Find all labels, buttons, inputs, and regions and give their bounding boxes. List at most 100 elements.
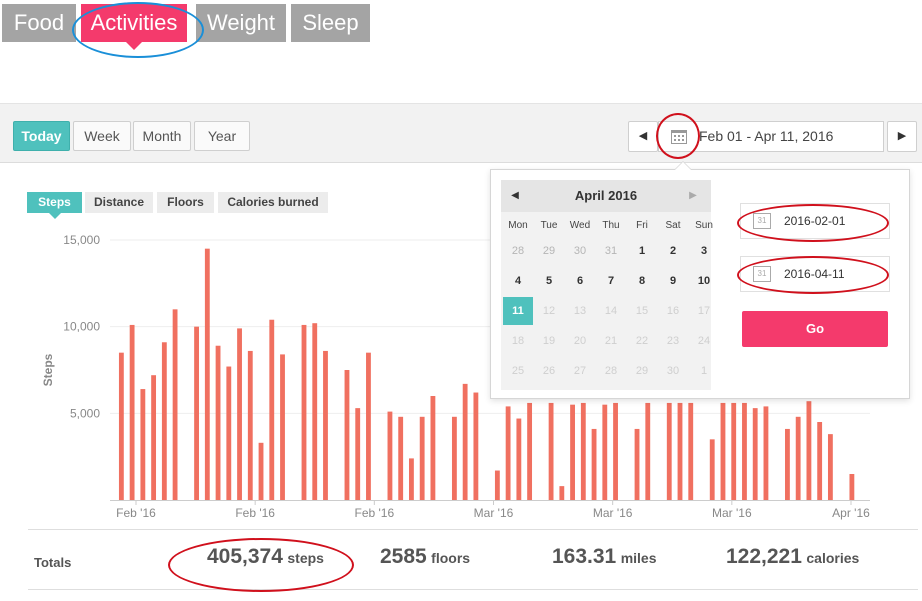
bar — [118, 352, 124, 500]
y-axis-label: Steps — [41, 353, 55, 386]
calendar-icon — [671, 130, 687, 144]
today-button[interactable]: Today — [13, 121, 70, 151]
tab-weight-label: Weight — [206, 10, 276, 35]
tab-activities[interactable]: Activities — [81, 4, 187, 50]
year-button[interactable]: Year — [194, 121, 250, 151]
prev-range-button[interactable]: ◀ — [628, 121, 658, 152]
weekday-label: Fri — [636, 220, 648, 231]
calendar-header: ◀ April 2016 ▶ — [501, 180, 711, 212]
metric-tab-steps[interactable]: Steps — [27, 192, 82, 219]
calendar-day: 29 — [635, 365, 649, 377]
calendar-day: 25 — [511, 365, 525, 377]
month-button[interactable]: Month — [133, 121, 191, 151]
metric-tab-calories-label: Calories burned — [227, 195, 319, 209]
calendar-day[interactable]: 4 — [503, 267, 533, 295]
bar — [473, 392, 479, 500]
start-date-field[interactable]: 31 2016-02-01 — [740, 203, 890, 239]
bar — [516, 418, 522, 500]
bar — [237, 328, 242, 500]
y-tick-label: 10,000 — [63, 320, 100, 334]
next-month-icon[interactable]: ▶ — [681, 180, 705, 212]
bar — [677, 402, 683, 500]
go-button[interactable]: Go — [742, 311, 888, 347]
weekday-label: Sun — [695, 220, 713, 231]
total-miles-unit: miles — [620, 550, 657, 566]
end-date-value: 2016-04-11 — [784, 267, 845, 281]
bar — [140, 389, 146, 500]
total-floors-unit: floors — [431, 550, 471, 566]
calendar-day: 16 — [666, 305, 680, 317]
x-tick-label: Mar '16 — [593, 506, 633, 520]
calendar-day[interactable]: 2 — [658, 237, 688, 265]
bar — [742, 402, 747, 500]
calendar-icon: 31 — [753, 266, 771, 282]
calendar-day: 22 — [635, 335, 649, 347]
bar — [817, 422, 823, 500]
calendar-day[interactable]: 1 — [627, 237, 657, 265]
bar — [462, 383, 468, 500]
next-range-button[interactable]: ▶ — [887, 121, 917, 152]
total-calories: 122,221 calories — [726, 545, 859, 569]
bar — [301, 324, 307, 500]
total-steps: 405,374 steps — [207, 545, 324, 569]
end-date-field[interactable]: 31 2016-04-11 — [740, 256, 890, 292]
bar — [763, 406, 769, 500]
calendar-day[interactable]: 10 — [689, 267, 719, 295]
weekday-label: Sat — [665, 220, 681, 231]
bar — [366, 352, 371, 500]
date-range-field[interactable]: Feb 01 - Apr 11, 2016 — [658, 121, 884, 152]
calendar-day[interactable]: 5 — [534, 267, 564, 295]
active-tab-pointer — [126, 42, 142, 50]
calendar-day[interactable]: 30 — [565, 237, 595, 265]
bar — [204, 248, 210, 500]
calendar-day: 12 — [542, 305, 556, 317]
calendar-day[interactable]: 28 — [503, 237, 533, 265]
calendar-day[interactable]: 7 — [596, 267, 626, 295]
metric-tab-distance[interactable]: Distance — [85, 192, 153, 213]
bar — [613, 402, 618, 500]
totals-label: Totals — [34, 555, 72, 570]
calendar-grid: ◀ April 2016 ▶ Mon Tue Wed Thu Fri Sat Sun 28 29… — [501, 180, 713, 390]
tab-food[interactable]: Food — [2, 4, 76, 42]
bar — [602, 404, 608, 500]
calendar-day-selected[interactable]: 11 — [503, 297, 533, 325]
bar — [494, 470, 500, 500]
x-tick-label: Mar '16 — [712, 506, 752, 520]
bar — [161, 342, 167, 500]
week-button[interactable]: Week — [73, 121, 131, 151]
bar — [151, 375, 157, 500]
range-toolbar: Today Week Month Year ◀ Feb 01 - Apr 11,… — [0, 103, 922, 163]
metric-tab-floors[interactable]: Floors — [157, 192, 214, 213]
bar — [398, 416, 404, 500]
calendar-month-title: April 2016 — [574, 188, 638, 203]
tab-sleep[interactable]: Sleep — [291, 4, 370, 42]
bar — [634, 428, 640, 500]
calendar-day[interactable]: 29 — [534, 237, 564, 265]
calendar-day[interactable]: 9 — [658, 267, 688, 295]
bar — [591, 428, 597, 500]
calendar-day: 30 — [666, 365, 680, 377]
calendar-day: 15 — [635, 305, 649, 317]
calendar-day[interactable]: 6 — [565, 267, 595, 295]
bar — [215, 345, 221, 500]
tab-weight[interactable]: Weight — [196, 4, 286, 42]
metric-tab-calories[interactable]: Calories burned — [218, 192, 328, 213]
y-tick-label: 15,000 — [63, 233, 100, 247]
bar — [247, 350, 253, 500]
bar — [827, 434, 833, 500]
y-tick-label: 5,000 — [70, 406, 100, 420]
calendar-day[interactable]: 8 — [627, 267, 657, 295]
bar — [419, 416, 425, 500]
x-tick-label: Mar '16 — [474, 506, 514, 520]
calendar-day[interactable]: 3 — [689, 237, 719, 265]
calendar-day: 13 — [573, 305, 587, 317]
bar — [688, 402, 694, 500]
calendar-day[interactable]: 31 — [596, 237, 626, 265]
metric-tab-pointer — [48, 213, 61, 219]
triangle-left-icon: ◀ — [638, 130, 648, 142]
bar — [355, 408, 361, 500]
calendar-day: 14 — [604, 305, 618, 317]
total-floors-value: 2585 — [380, 545, 427, 568]
weekday-label: Mon — [508, 220, 528, 231]
total-steps-unit: steps — [287, 550, 324, 566]
